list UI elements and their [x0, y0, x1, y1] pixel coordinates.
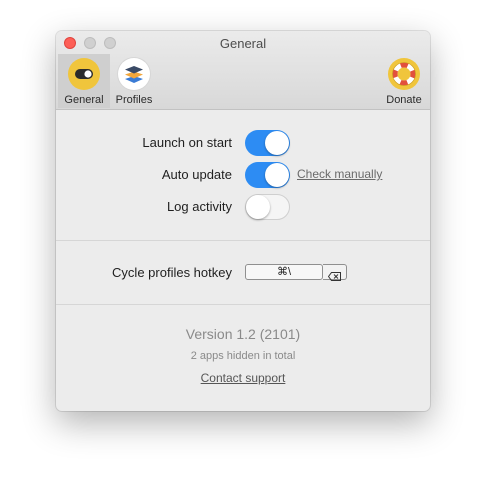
toggle-knob	[265, 163, 289, 187]
launch-on-start-label: Launch on start	[142, 135, 232, 150]
lifebuoy-icon	[388, 58, 420, 90]
check-manually-link[interactable]: Check manually	[297, 167, 382, 181]
support-link-wrap: Contact support	[56, 371, 430, 385]
toolbar: General General Profiles Donate	[56, 31, 430, 110]
auto-update-label: Auto update	[161, 167, 232, 182]
tab-profiles-label: Profiles	[115, 94, 153, 106]
tab-profiles[interactable]: Profiles	[108, 54, 160, 108]
contact-support-link[interactable]: Contact support	[201, 371, 286, 385]
clear-icon	[327, 268, 341, 286]
toggle-icon	[68, 58, 100, 90]
toggle-knob	[246, 195, 270, 219]
version-text: Version 1.2 (2101)	[185, 326, 301, 342]
launch-on-start-toggle[interactable]	[245, 130, 290, 156]
log-activity-toggle[interactable]	[245, 194, 290, 220]
log-activity-label: Log activity	[166, 199, 232, 214]
window-title: General	[219, 36, 267, 51]
auto-update-toggle[interactable]	[245, 162, 290, 188]
cycle-profiles-hotkey-label: Cycle profiles hotkey	[112, 265, 232, 280]
preferences-window: General General Profiles Donate Launch o…	[56, 31, 430, 411]
hotkey-clear-button[interactable]	[323, 264, 347, 281]
donate-label: Donate	[386, 94, 422, 106]
divider	[56, 304, 430, 305]
tab-general-label: General	[64, 94, 104, 106]
hidden-apps-count: 2 apps hidden in total	[190, 350, 296, 362]
donate-button[interactable]: Donate	[378, 54, 430, 108]
tab-general[interactable]: General	[58, 54, 110, 108]
hotkey-field[interactable]: ⌘\	[245, 264, 323, 280]
toggle-knob	[265, 131, 289, 155]
layers-icon	[118, 58, 150, 90]
divider	[56, 240, 430, 241]
